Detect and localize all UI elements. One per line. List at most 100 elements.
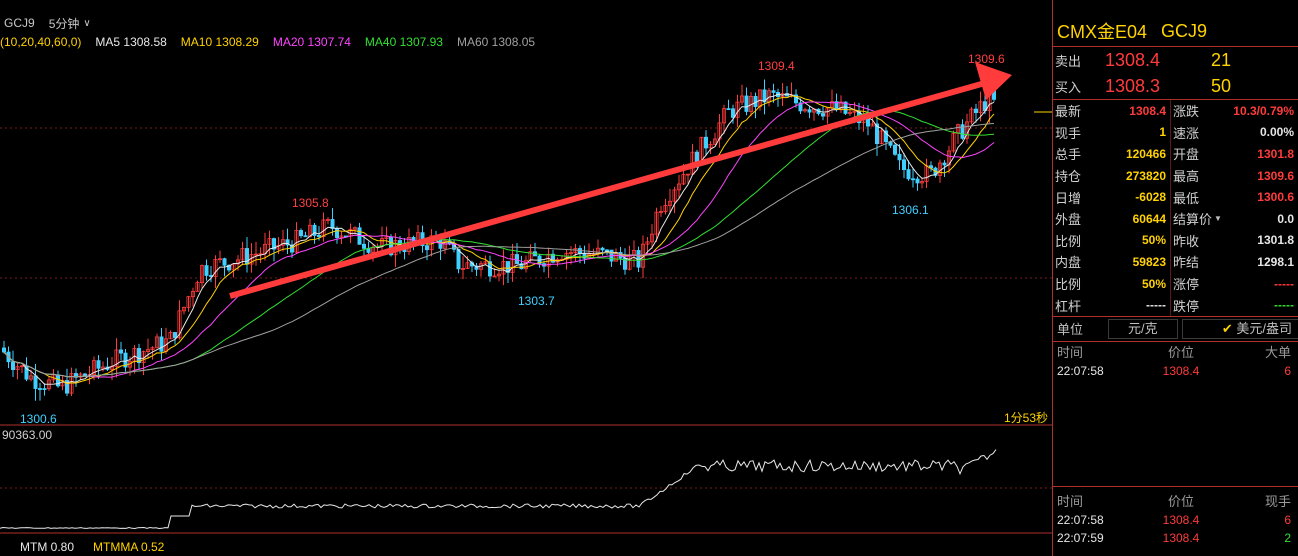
quote-panel: CMX金E04 GCJ9 卖出 1308.4 21 买入 1308.3 50 最…	[1052, 0, 1298, 556]
quote-key: 内盘	[1055, 255, 1082, 271]
quote-value: 1309.6	[1257, 168, 1294, 183]
candle	[38, 388, 43, 390]
quote-row: 速涨 0.00%	[1171, 122, 1298, 144]
col-volume: 现手	[1264, 494, 1291, 510]
quote-key: 昨结	[1173, 255, 1200, 271]
ma60-value: MA60 1308.05	[456, 35, 536, 49]
unit-option-usd[interactable]: ✔ 美元/盎司	[1181, 318, 1298, 339]
candle	[893, 144, 898, 155]
quote-row: 现手 1	[1053, 122, 1170, 144]
ma-legend: (10,20,40,60,0) MA5 1308.58 MA10 1308.29…	[0, 35, 535, 49]
candle	[605, 249, 610, 252]
candle	[942, 162, 947, 166]
quote-row: 日增 -6028	[1053, 186, 1170, 208]
candle	[911, 178, 916, 181]
quote-value: -----	[1274, 276, 1294, 291]
indicator-line	[0, 449, 997, 530]
quote-value: -6028	[1135, 190, 1166, 205]
candle	[731, 108, 736, 118]
big-order-header: 时间 价位 大单	[1053, 342, 1298, 362]
quote-key: 杠杆	[1055, 298, 1082, 314]
col-time: 时间	[1057, 494, 1084, 510]
tick-price: 1308.4	[1162, 530, 1200, 545]
quote-row: 最高 1309.6	[1171, 165, 1298, 187]
candle	[330, 219, 335, 229]
candle	[119, 349, 124, 354]
candle	[83, 373, 88, 377]
quote-row: 最新 1308.4	[1053, 100, 1170, 122]
candle	[906, 169, 911, 180]
candle	[361, 243, 366, 249]
quote-row: 涨跌 10.3/0.79%	[1171, 100, 1298, 122]
quote-row: 昨收 1301.8	[1171, 230, 1298, 252]
quote-key: 日增	[1055, 190, 1082, 206]
caret-down-icon[interactable]: ▼	[1214, 214, 1222, 223]
mtm-label: MTM 0.80	[20, 540, 75, 554]
countdown-label: 1分53秒	[1004, 411, 1049, 425]
quote-value: 0.0	[1277, 211, 1294, 226]
col-time: 时间	[1057, 345, 1084, 361]
tick-price: 1308.4	[1162, 512, 1200, 527]
col-big: 大单	[1264, 345, 1291, 361]
candle	[424, 245, 429, 251]
check-icon: ✔	[1221, 320, 1233, 336]
quote-row: 比例 50%	[1053, 230, 1170, 252]
quote-row: 最低 1300.6	[1171, 186, 1298, 208]
ask-label: 卖出	[1055, 53, 1082, 69]
quote-key: 持仓	[1055, 169, 1082, 185]
unit-option-usd-label: 美元/盎司	[1236, 320, 1292, 336]
quote-value: 273820	[1125, 168, 1166, 183]
quote-value: 59823	[1132, 254, 1166, 269]
tick-volume: 2	[1284, 530, 1291, 545]
quote-row: 总手 120466	[1053, 143, 1170, 165]
quote-row: 开盘 1301.8	[1171, 143, 1298, 165]
candle	[2, 347, 7, 353]
quote-row: 昨结 1298.1	[1171, 251, 1298, 273]
chevron-down-icon[interactable]: ∨	[83, 18, 90, 29]
unit-row: 单位 元/克 ✔ 美元/盎司	[1053, 317, 1298, 342]
contract-name: CMX金E04	[1057, 22, 1148, 42]
candle	[222, 258, 227, 266]
bid-price: 1308.3	[1105, 75, 1161, 96]
unit-option-yuan[interactable]: 元/克	[1107, 318, 1178, 339]
quote-key: 最高	[1173, 169, 1200, 185]
quote-value: 0.00%	[1259, 125, 1294, 140]
candle	[582, 252, 587, 259]
quote-key: 昨收	[1173, 233, 1200, 249]
quote-key: 现手	[1055, 125, 1082, 141]
quote-value: 50%	[1141, 233, 1166, 248]
quote-row: 外盘 60644	[1053, 208, 1170, 230]
ma10-value: MA10 1308.29	[180, 35, 259, 49]
candle	[204, 265, 209, 276]
bid-row[interactable]: 买入 1308.3 50	[1053, 73, 1298, 99]
price-chart-area[interactable]: 1309.4 1309.6 1305.8 1303.7 1306.1 1300.6 GCJ…	[0, 0, 1052, 556]
quote-row: 内盘 59823	[1053, 251, 1170, 273]
tick-volume: 6	[1284, 512, 1291, 527]
candle	[42, 388, 47, 390]
period-selector[interactable]: 5分钟	[49, 15, 80, 32]
quote-row: 比例 50%	[1053, 273, 1170, 295]
candle	[897, 153, 902, 161]
quote-key: 外盘	[1055, 212, 1082, 228]
candle	[316, 235, 321, 238]
candle	[96, 360, 101, 369]
tick-row[interactable]: 22:07:58 1308.4 6	[1053, 362, 1298, 380]
ask-price: 1308.4	[1105, 49, 1161, 70]
quote-value: -----	[1274, 298, 1294, 313]
price-annotation: 1303.7	[518, 294, 555, 308]
quote-value: 1301.8	[1257, 233, 1294, 248]
bid-ask-box: 卖出 1308.4 21 买入 1308.3 50	[1053, 47, 1298, 100]
candle	[303, 235, 308, 238]
ask-row[interactable]: 卖出 1308.4 21	[1053, 47, 1298, 73]
candlestick-chart[interactable]: 1309.4 1309.6 1305.8 1303.7 1306.1 1300.6	[0, 0, 1052, 556]
candle	[159, 336, 164, 352]
symbol-label[interactable]: GCJ9	[4, 16, 35, 30]
quote-value: 50%	[1141, 276, 1166, 291]
ma10-line	[3, 95, 995, 385]
tick-row[interactable]: 22:07:58 1308.4 6	[1053, 511, 1298, 529]
big-order-list: 时间 价位 大单 22:07:58 1308.4 6	[1053, 342, 1298, 487]
bid-volume: 50	[1211, 75, 1232, 96]
candle	[456, 248, 461, 270]
tick-row[interactable]: 22:07:59 1308.4 2	[1053, 529, 1298, 547]
ma-params[interactable]: (10,20,40,60,0)	[0, 35, 81, 49]
